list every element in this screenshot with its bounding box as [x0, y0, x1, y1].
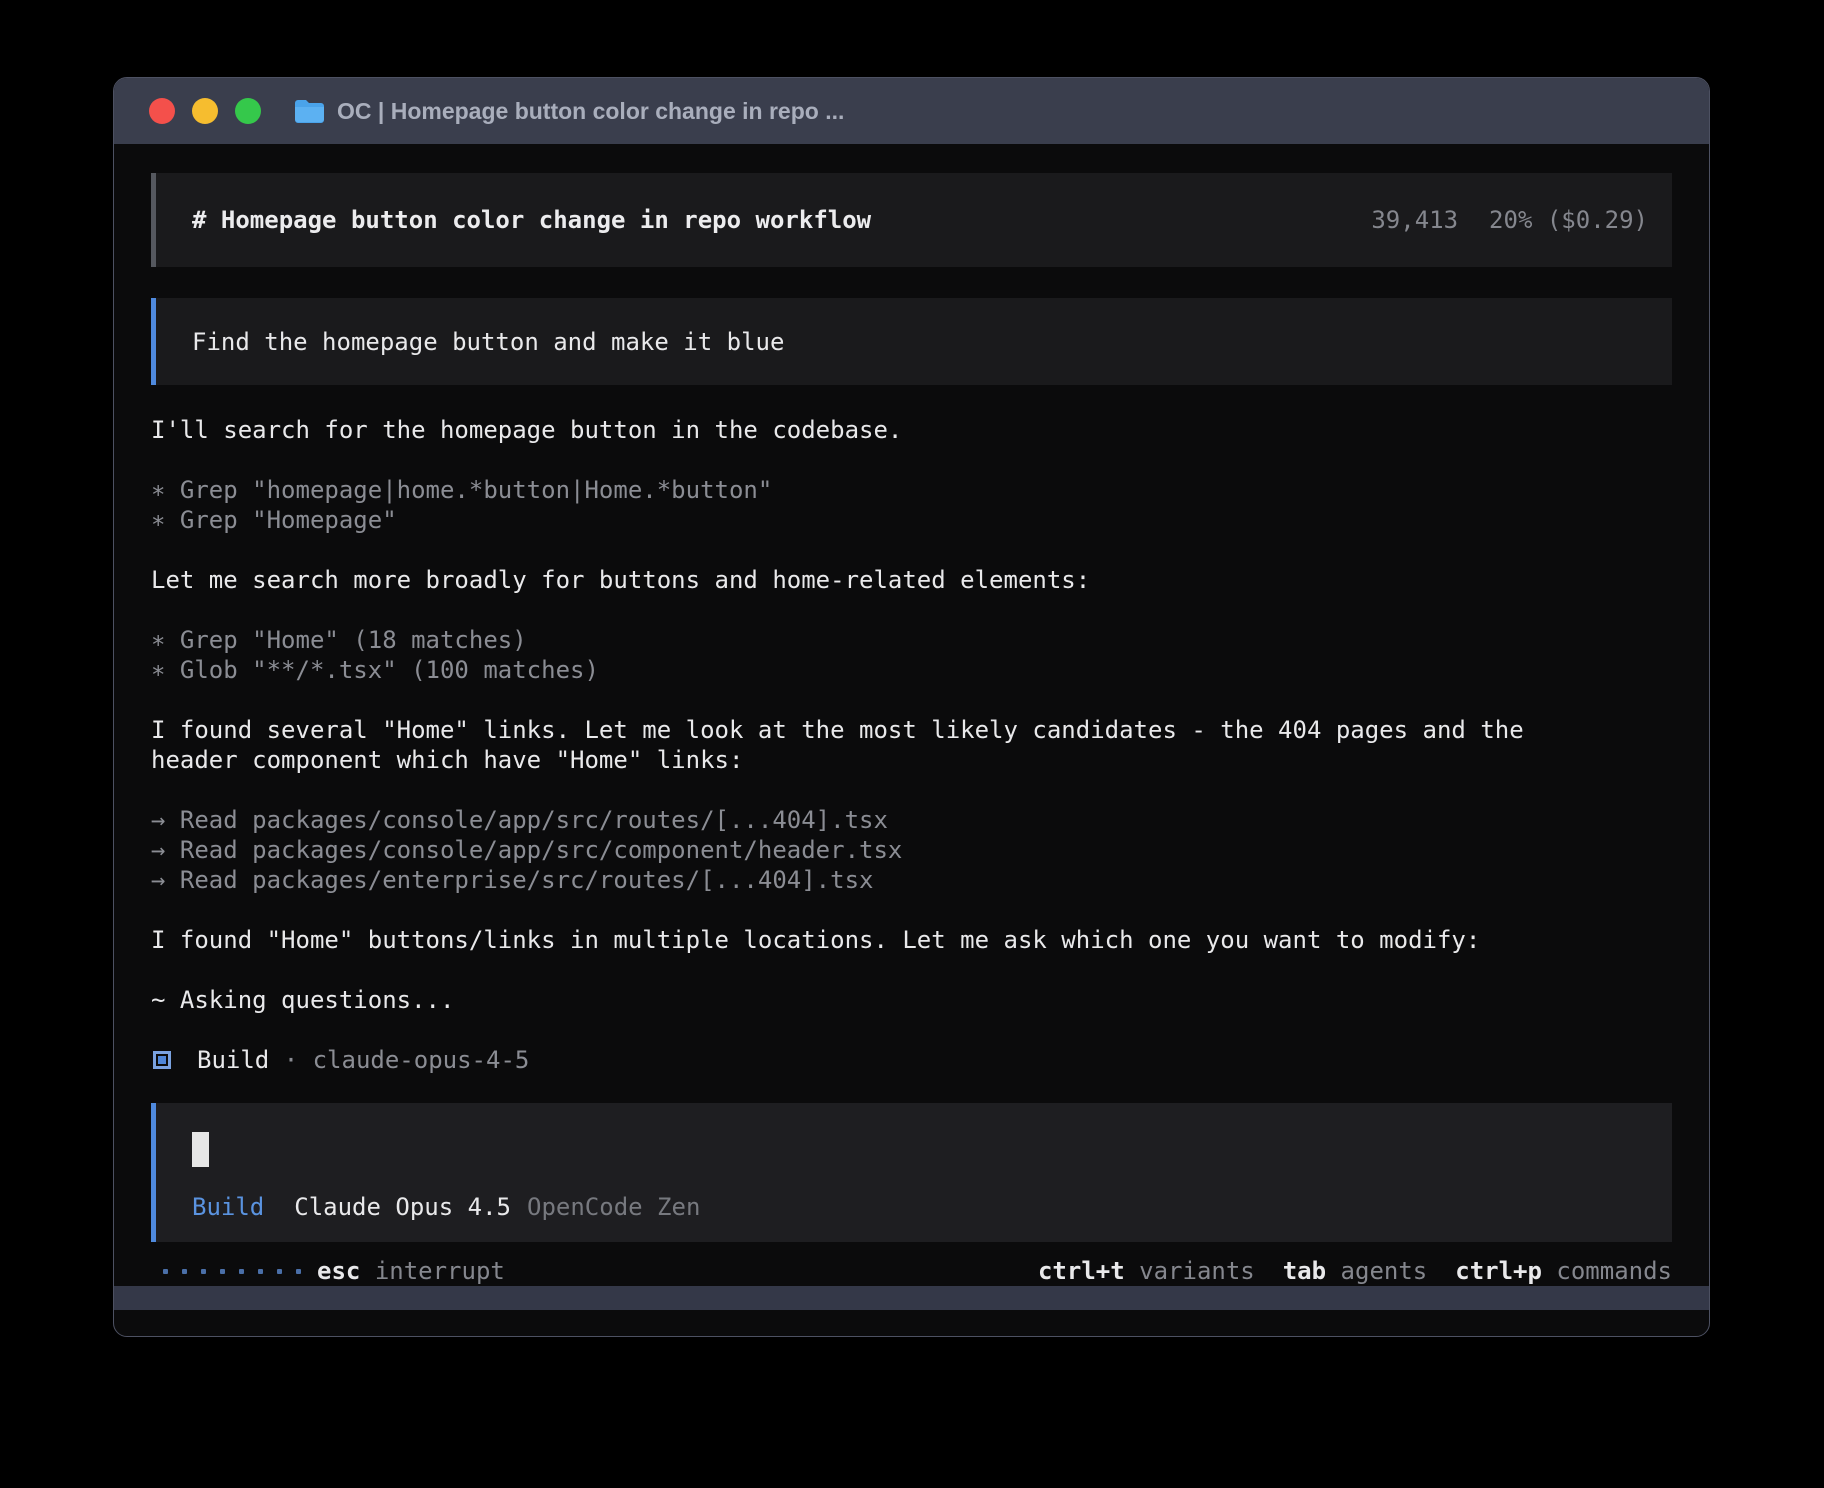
- tool-call: ∗ Grep "Home" (18 matches): [151, 625, 1672, 655]
- agent-square-icon: [153, 1051, 171, 1069]
- assistant-text-line: header component which have "Home" links…: [151, 745, 1672, 775]
- tool-call: → Read packages/console/app/src/componen…: [151, 835, 1672, 865]
- assistant-text-line: I found several "Home" links. Let me loo…: [151, 715, 1672, 745]
- assistant-paragraph: I found "Home" buttons/links in multiple…: [151, 925, 1672, 955]
- user-message: Find the homepage button and make it blu…: [151, 298, 1672, 385]
- session-meta: 39,413 20% ($0.29): [1371, 205, 1648, 235]
- agent-model: claude-opus-4-5: [313, 1045, 530, 1075]
- assistant-paragraph: Let me search more broadly for buttons a…: [151, 565, 1672, 595]
- esc-key-label: [360, 1256, 374, 1286]
- hint-commands: ctrl+p commands: [1455, 1256, 1672, 1286]
- user-message-text: Find the homepage button and make it blu…: [192, 327, 784, 357]
- tool-call-group: → Read packages/console/app/src/routes/[…: [151, 805, 1672, 895]
- tool-call: → Read packages/console/app/src/routes/[…: [151, 805, 1672, 835]
- tool-call: → Read packages/enterprise/src/routes/[.…: [151, 865, 1672, 895]
- agent-separator: ·: [269, 1045, 312, 1075]
- folder-icon: [294, 98, 325, 125]
- tool-call-group: ∗ Grep "homepage|home.*button|Home.*butt…: [151, 475, 1672, 535]
- terminal-window: OC | Homepage button color change in rep…: [113, 77, 1710, 1337]
- token-count: 39,413: [1371, 205, 1458, 235]
- esc-key-hint: esc: [317, 1256, 360, 1286]
- hint-agents: tab agents: [1283, 1256, 1428, 1286]
- context-usage: 20% ($0.29): [1489, 205, 1648, 235]
- tool-call: ∗ Grep "homepage|home.*button|Home.*butt…: [151, 475, 1672, 505]
- input-meta: Build Claude Opus 4.5 OpenCode Zen: [192, 1192, 1648, 1222]
- tool-call: ∗ Glob "**/*.tsx" (100 matches): [151, 655, 1672, 685]
- zoom-button[interactable]: [235, 98, 261, 124]
- text-cursor: [192, 1132, 209, 1167]
- tool-call: ∗ Grep "Homepage": [151, 505, 1672, 535]
- status-left: esc interrupt: [151, 1256, 505, 1286]
- progress-dots-icon: [163, 1269, 301, 1274]
- esc-key-action: interrupt: [375, 1256, 505, 1286]
- input-provider: OpenCode Zen: [527, 1192, 700, 1222]
- status-bar: esc interrupt ctrl+t variants tab agents…: [151, 1256, 1672, 1286]
- input-mode-badge[interactable]: Build: [192, 1192, 264, 1222]
- tool-call-group: ∗ Grep "Home" (18 matches) ∗ Glob "**/*.…: [151, 625, 1672, 685]
- assistant-paragraph: I'll search for the homepage button in t…: [151, 415, 1672, 445]
- titlebar[interactable]: OC | Homepage button color change in rep…: [114, 78, 1709, 144]
- session-title: # Homepage button color change in repo w…: [192, 205, 871, 235]
- assistant-status: ~ Asking questions...: [151, 985, 1672, 1015]
- window-title: OC | Homepage button color change in rep…: [337, 98, 844, 125]
- status-right: ctrl+t variants tab agents ctrl+p comman…: [1038, 1256, 1672, 1286]
- close-button[interactable]: [149, 98, 175, 124]
- agent-info-line: Build · claude-opus-4-5: [151, 1045, 1672, 1075]
- input-model: Claude Opus 4.5: [294, 1192, 511, 1222]
- session-header: # Homepage button color change in repo w…: [151, 173, 1672, 267]
- window-bottom-strip: [114, 1286, 1709, 1310]
- prompt-input[interactable]: Build Claude Opus 4.5 OpenCode Zen: [151, 1103, 1672, 1242]
- minimize-button[interactable]: [192, 98, 218, 124]
- terminal-content: # Homepage button color change in repo w…: [114, 144, 1709, 1336]
- assistant-paragraph: I found several "Home" links. Let me loo…: [151, 715, 1672, 775]
- agent-name: Build: [197, 1045, 269, 1075]
- hint-variants: ctrl+t variants: [1038, 1256, 1255, 1286]
